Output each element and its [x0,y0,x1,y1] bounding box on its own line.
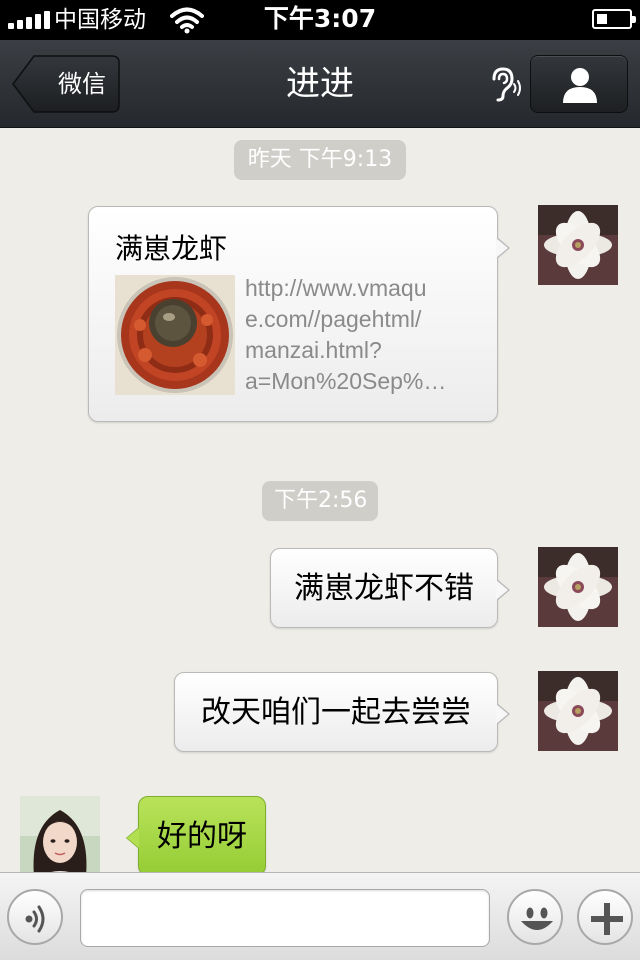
page-title: 进进 [286,64,354,104]
message-bubble[interactable]: 改天咱们一起去尝尝 [174,672,510,752]
my-avatar[interactable] [538,205,618,285]
timestamp: 下午2:56 [262,481,378,521]
input-bar [0,872,640,960]
message-text: 改天咱们一起去尝尝 [201,695,471,730]
plus-icon [591,903,623,935]
link-url: http://www.vmaqu e.com//pagehtml/ manzai… [245,275,447,394]
back-button[interactable]: 微信 [12,55,120,113]
status-bar: 中国移动 下午3:07 [0,0,640,40]
contact-profile-button[interactable] [530,55,628,113]
link-title: 满崽龙虾 [115,232,228,265]
plus-button[interactable] [577,889,633,945]
emoji-button[interactable] [507,889,563,945]
contact-avatar[interactable] [20,796,100,872]
timestamp: 昨天 下午9:13 [234,140,406,180]
status-clock: 下午3:07 [263,4,377,33]
message-text: 满崽龙虾不错 [294,571,474,606]
message-input[interactable] [80,889,490,947]
battery-icon [592,9,636,29]
chat-area[interactable]: 昨天 下午9:13 满崽龙虾 http://www.vmaqu e.com//p… [0,128,640,872]
message-text: 好的呀 [157,819,247,854]
message-bubble[interactable]: 好的呀 [126,796,266,872]
voice-icon [25,905,45,933]
crayfish-thumbnail [115,275,235,395]
back-label: 微信 [58,70,106,98]
nav-bar: 微信 进进 [0,40,640,128]
contact-profile-icon [563,68,597,103]
link-card-message[interactable]: 满崽龙虾 http://www.vmaqu e.com//pagehtml/ m… [88,206,510,422]
voice-button[interactable] [7,889,63,945]
emoji-icon [521,907,553,930]
my-avatar[interactable] [538,547,618,627]
my-avatar[interactable] [538,671,618,751]
ear-icon[interactable] [484,64,524,104]
message-bubble[interactable]: 满崽龙虾不错 [270,548,510,628]
